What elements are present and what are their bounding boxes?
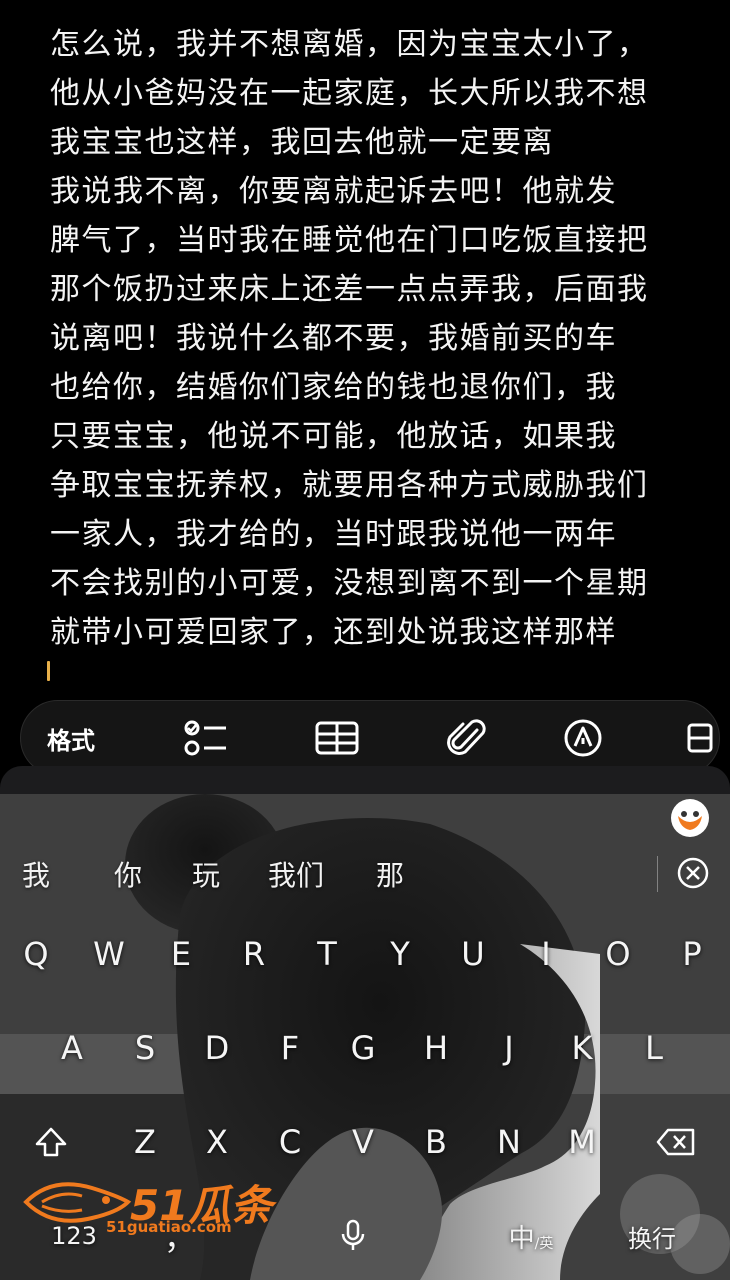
note-line: 那个饭扔过来床上还差一点点弄我，后面我 <box>50 272 649 307</box>
language-label-sub: /英 <box>534 1236 554 1252</box>
candidate-separator <box>657 856 658 892</box>
key-v[interactable]: V <box>333 1112 393 1172</box>
pen-icon[interactable] <box>553 701 613 775</box>
note-line: 一家人，我才给的，当时跟我说他一两年 <box>50 517 617 552</box>
key-i[interactable]: I <box>516 924 576 984</box>
shift-icon <box>35 1127 67 1157</box>
note-line: 怎么说，我并不想离婚，因为宝宝太小了， <box>50 27 649 62</box>
key-g[interactable]: G <box>333 1018 393 1078</box>
key-s[interactable]: S <box>115 1018 175 1078</box>
key-f[interactable]: F <box>260 1018 320 1078</box>
key-l[interactable]: L <box>624 1018 684 1078</box>
key-h[interactable]: H <box>406 1018 466 1078</box>
key-k[interactable]: K <box>552 1018 612 1078</box>
watermark-logo: 51瓜条 51guatiao.com <box>22 1168 272 1240</box>
key-d[interactable]: D <box>187 1018 247 1078</box>
candidate-bar: 我 你 玩 我们 那 <box>0 846 730 906</box>
note-line: 我说我不离，你要离就起诉去吧！他就发 <box>50 174 617 209</box>
candidate-word[interactable]: 你 <box>114 846 142 906</box>
key-r[interactable]: R <box>224 924 284 984</box>
format-button[interactable]: 格式 <box>41 701 101 775</box>
note-line: 只要宝宝，他说不可能，他放话，如果我 <box>50 419 617 454</box>
microphone-icon <box>341 1219 365 1250</box>
key-q[interactable]: Q <box>6 924 66 984</box>
note-line: 我宝宝也这样，我回去他就一定要离 <box>50 125 554 160</box>
text-caret <box>47 661 50 681</box>
candidate-word[interactable]: 那 <box>376 846 404 906</box>
key-n[interactable]: N <box>479 1112 539 1172</box>
note-line: 说离吧！我说什么都不要，我婚前买的车 <box>50 321 617 356</box>
key-t[interactable]: T <box>297 924 357 984</box>
checklist-icon[interactable] <box>176 701 236 775</box>
key-z[interactable]: Z <box>115 1112 175 1172</box>
backspace-key[interactable] <box>646 1112 706 1172</box>
key-j[interactable]: J <box>479 1018 539 1078</box>
key-p[interactable]: P <box>662 924 722 984</box>
key-y[interactable]: Y <box>370 924 430 984</box>
candidate-word[interactable]: 我们 <box>268 846 324 906</box>
note-editor[interactable]: 怎么说，我并不想离婚，因为宝宝太小了， 他从小爸妈没在一起家庭，长大所以我不想 … <box>0 0 730 690</box>
key-m[interactable]: M <box>552 1112 612 1172</box>
key-e[interactable]: E <box>151 924 211 984</box>
key-o[interactable]: O <box>588 924 648 984</box>
backspace-icon <box>656 1128 695 1156</box>
key-c[interactable]: C <box>260 1112 320 1172</box>
watermark-url: 51guatiao.com <box>106 1218 232 1236</box>
key-w[interactable]: W <box>79 924 139 984</box>
language-switch-key[interactable]: 中/英 <box>496 1206 566 1266</box>
note-line: 他从小爸妈没在一起家庭，长大所以我不想 <box>50 76 649 111</box>
voice-input-key[interactable] <box>323 1206 383 1266</box>
note-line: 脾气了，当时我在睡觉他在门口吃饭直接把 <box>50 223 649 258</box>
key-x[interactable]: X <box>187 1112 247 1172</box>
note-line: 也给你，结婚你们家给的钱也退你们，我 <box>50 370 617 405</box>
format-toolbar: 格式 <box>20 700 720 776</box>
attachment-icon[interactable] <box>437 701 497 775</box>
note-line: 就带小可爱回家了，还到处说我这样那样 <box>50 615 617 650</box>
language-label-main: 中 <box>508 1223 535 1254</box>
key-u[interactable]: U <box>443 924 503 984</box>
key-b[interactable]: B <box>406 1112 466 1172</box>
candidate-word[interactable]: 玩 <box>192 846 220 906</box>
shift-key[interactable] <box>21 1112 81 1172</box>
candidate-word[interactable]: 我 <box>22 846 50 906</box>
mascot-icon[interactable] <box>670 798 710 838</box>
table-icon[interactable] <box>307 701 367 775</box>
note-line: 争取宝宝抚养权，就要用各种方式威胁我们 <box>50 468 649 503</box>
key-a[interactable]: A <box>42 1018 102 1078</box>
enter-key[interactable]: 换行 <box>616 1206 688 1266</box>
more-icon[interactable] <box>685 701 715 775</box>
close-candidates-icon[interactable] <box>676 856 710 890</box>
note-line: 不会找别的小可爱，没想到离不到一个星期 <box>50 566 649 601</box>
